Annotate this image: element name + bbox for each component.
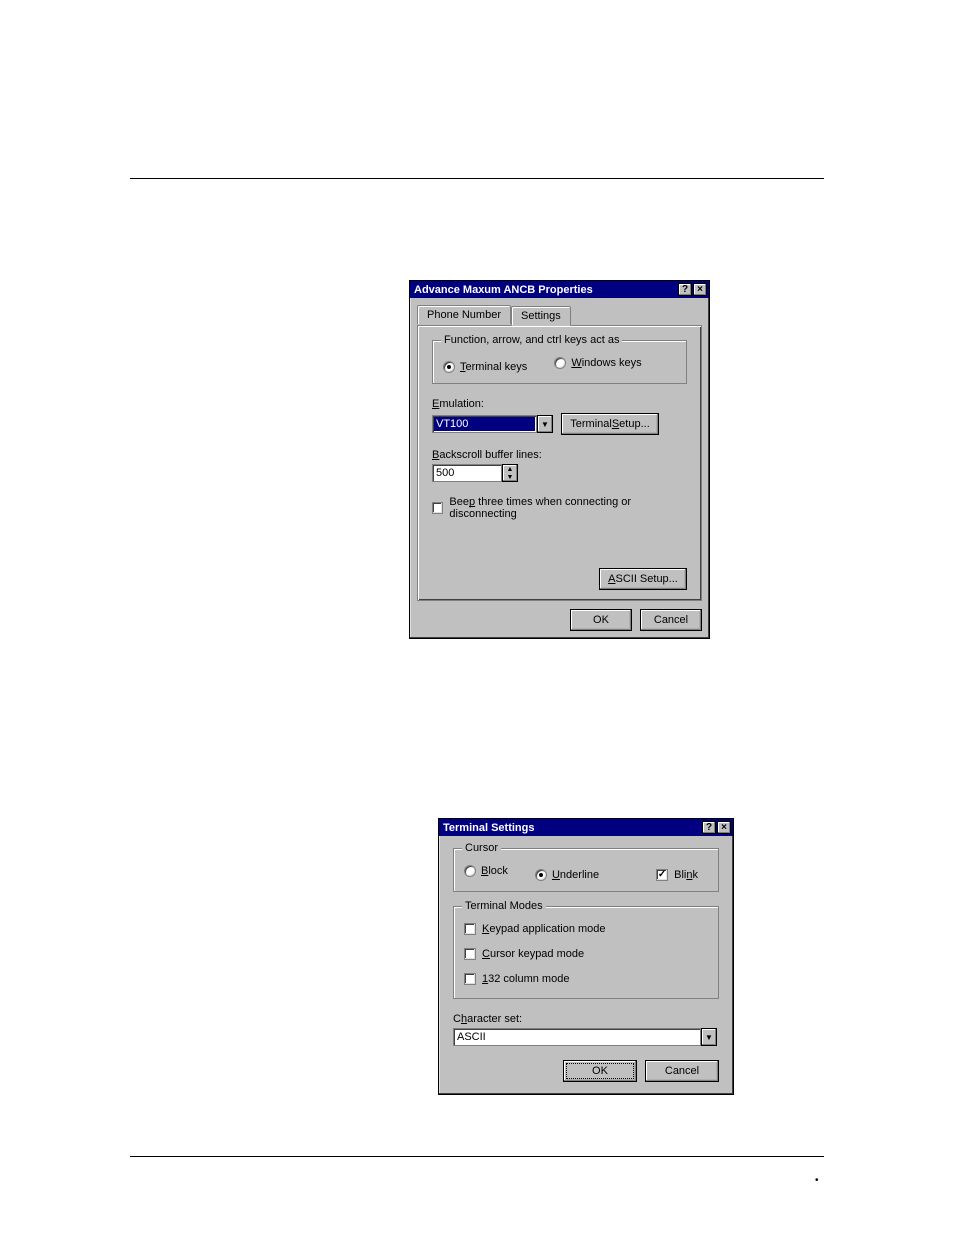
ascii-setup-button[interactable]: ASCII Setup... [599,568,687,590]
blink-label: Blink [674,869,698,881]
keys-groupbox: Function, arrow, and ctrl keys act as Te… [432,340,687,384]
checkbox-icon [432,502,443,514]
window-title: Terminal Settings [441,822,701,834]
col132-label: 132 column mode [482,973,569,985]
radio-terminal-label: Terminal keys [460,361,527,373]
beep-label: Beep three times when connecting or disc… [449,496,687,520]
checkbox-icon [656,869,668,881]
backscroll-value: 500 [432,464,502,482]
titlebar[interactable]: Advance Maxum ANCB Properties ? × [410,281,709,298]
cursor-group-legend: Cursor [462,842,501,854]
ok-button[interactable]: OK [570,609,632,631]
radio-underline-label: Underline [552,869,599,881]
col132-checkbox[interactable]: 132 column mode [464,973,569,985]
keypad-app-label: Keypad application mode [482,923,606,935]
radio-windows-label: Windows keys [571,357,641,369]
properties-dialog: Advance Maxum ANCB Properties ? × Phone … [409,280,710,639]
charset-value: ASCII [453,1028,701,1046]
radio-block[interactable]: Block [464,865,508,877]
emulation-combo[interactable]: VT100 ▼ [432,415,553,433]
radio-terminal-keys[interactable]: Terminal keys [443,361,527,373]
radio-icon [464,865,476,877]
tab-settings[interactable]: Settings [511,306,571,326]
radio-underline[interactable]: Underline [535,869,599,881]
ok-button[interactable]: OK [563,1060,637,1082]
cancel-button[interactable]: Cancel [640,609,702,631]
radio-icon [554,357,566,369]
terminal-setup-button[interactable]: Terminal Setup... [561,413,659,435]
blink-checkbox[interactable]: Blink [656,869,698,881]
checkbox-icon [464,973,476,985]
radio-icon [535,869,547,881]
settings-panel: Function, arrow, and ctrl keys act as Te… [417,325,702,601]
page-bullet: • [815,1175,819,1186]
cursor-keypad-label: Cursor keypad mode [482,948,584,960]
tab-phone-number[interactable]: Phone Number [417,305,511,324]
radio-block-label: Block [481,865,508,877]
help-icon[interactable]: ? [678,283,692,296]
terminal-settings-dialog: Terminal Settings ? × Cursor Block Under… [438,818,734,1095]
modes-group-legend: Terminal Modes [462,900,546,912]
radio-windows-keys[interactable]: Windows keys [554,357,641,369]
checkbox-icon [464,948,476,960]
spinner-arrows-icon[interactable]: ▲▼ [502,464,518,482]
emulation-label: Emulation: [432,398,687,410]
window-title: Advance Maxum ANCB Properties [412,284,677,296]
backscroll-label: Backscroll buffer lines: [432,449,687,461]
close-icon[interactable]: × [717,821,731,834]
cursor-groupbox: Cursor Block Underline Blink [453,848,719,892]
keypad-app-checkbox[interactable]: Keypad application mode [464,923,606,935]
keys-group-legend: Function, arrow, and ctrl keys act as [441,334,622,346]
beep-checkbox[interactable]: Beep three times when connecting or disc… [432,496,687,520]
chevron-down-icon[interactable]: ▼ [537,415,553,433]
titlebar[interactable]: Terminal Settings ? × [439,819,733,836]
charset-combo[interactable]: ASCII ▼ [453,1028,717,1046]
chevron-down-icon[interactable]: ▼ [701,1028,717,1046]
terminal-modes-groupbox: Terminal Modes Keypad application mode C… [453,906,719,999]
help-icon[interactable]: ? [702,821,716,834]
cursor-keypad-checkbox[interactable]: Cursor keypad mode [464,948,584,960]
charset-label: Character set: [453,1013,719,1025]
cancel-button[interactable]: Cancel [645,1060,719,1082]
backscroll-spinner[interactable]: 500 ▲▼ [432,464,518,482]
radio-icon [443,361,455,373]
checkbox-icon [464,923,476,935]
close-icon[interactable]: × [693,283,707,296]
emulation-value: VT100 [432,415,537,433]
